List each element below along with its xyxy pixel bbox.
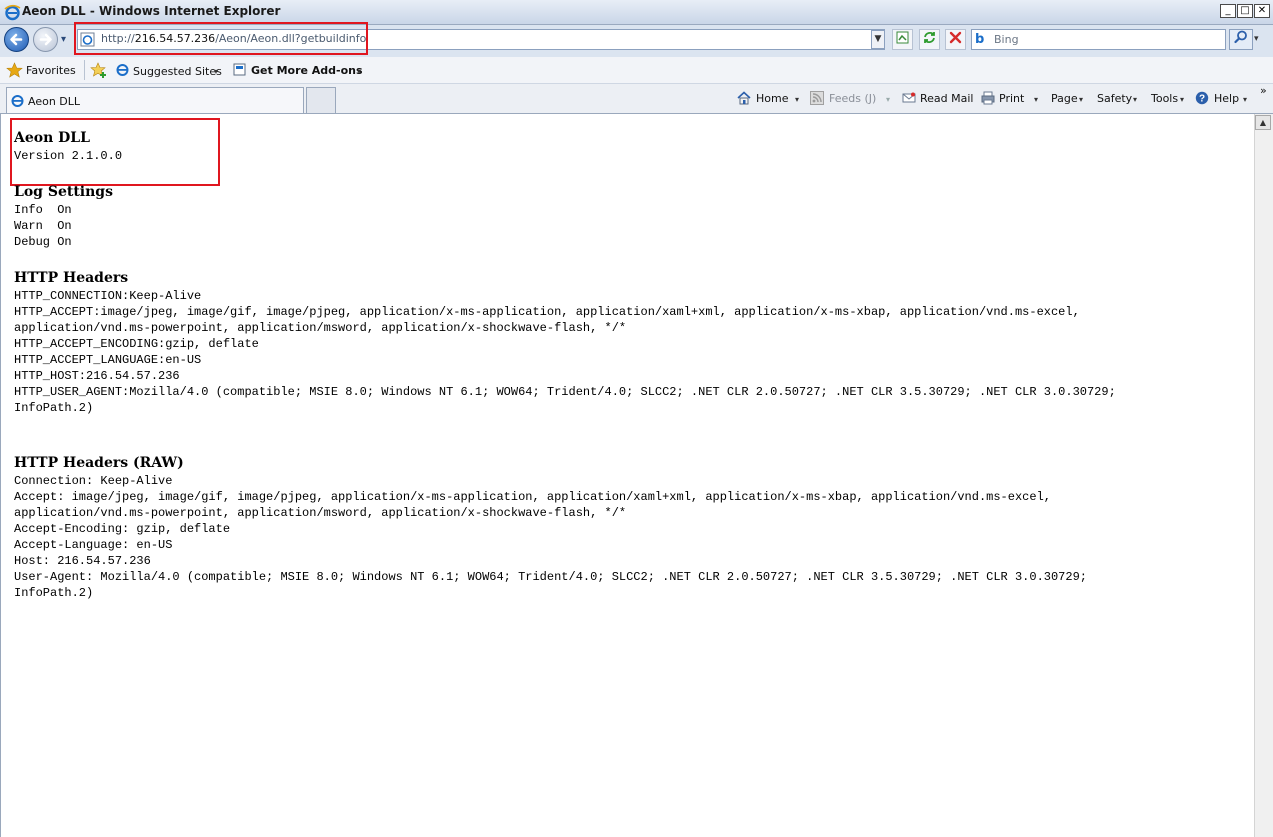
addons-icon [233, 63, 246, 76]
close-button[interactable]: ✕ [1254, 4, 1270, 18]
vertical-scrollbar[interactable] [1254, 114, 1273, 837]
tools-dropdown[interactable]: ▾ [1180, 95, 1184, 104]
more-commands-chevron[interactable]: » [1260, 84, 1267, 97]
feeds-button[interactable]: Feeds (J) [829, 92, 876, 105]
home-dropdown[interactable]: ▾ [795, 95, 799, 104]
log-settings-title: Log Settings [14, 184, 113, 200]
tab-page-icon [11, 95, 24, 107]
scroll-up-button[interactable]: ▲ [1255, 115, 1271, 130]
http-headers-title: HTTP Headers [14, 270, 129, 286]
get-more-addons-button[interactable]: Get More Add-ons [251, 64, 363, 77]
add-to-favorites-icon[interactable] [90, 61, 108, 79]
print-button[interactable]: Print [999, 92, 1024, 105]
feeds-dropdown[interactable]: ▾ [886, 95, 890, 104]
favorites-button[interactable]: Favorites [26, 64, 76, 77]
tools-menu[interactable]: Tools [1151, 92, 1178, 105]
read-mail-button[interactable]: Read Mail [920, 92, 973, 105]
bing-logo-icon: b [975, 32, 985, 47]
suggested-sites-icon [116, 64, 129, 76]
address-annotation-box [74, 22, 368, 55]
home-button[interactable]: Home [756, 92, 788, 105]
stop-button[interactable] [945, 29, 966, 50]
rss-feed-icon[interactable] [810, 91, 824, 105]
refresh-button[interactable] [919, 29, 940, 50]
window-title: Aeon DLL - Windows Internet Explorer [22, 4, 281, 18]
compatibility-view-icon [896, 31, 909, 44]
star-icon [6, 62, 23, 78]
mail-icon[interactable] [902, 91, 916, 105]
help-icon[interactable]: ? [1195, 91, 1209, 105]
address-dropdown-button[interactable]: ▼ [871, 30, 885, 49]
log-settings-list: Info On Warn On Debug On [14, 203, 72, 249]
http-raw-list: Connection: Keep-Alive Accept: image/jpe… [14, 474, 1087, 600]
tab-label[interactable]: Aeon DLL [28, 95, 80, 108]
refresh-icon [924, 32, 935, 43]
forward-button[interactable] [33, 27, 58, 52]
maximize-button[interactable]: □ [1237, 4, 1253, 18]
home-icon[interactable] [737, 91, 751, 105]
new-tab-button[interactable] [306, 87, 336, 113]
minimize-button[interactable]: _ [1220, 4, 1236, 18]
search-icon [1234, 30, 1247, 44]
safety-dropdown[interactable]: ▾ [1133, 95, 1137, 104]
back-arrow-icon [10, 33, 23, 46]
help-menu[interactable]: Help [1214, 92, 1239, 105]
forward-arrow-icon [39, 33, 52, 46]
page-menu[interactable]: Page [1051, 92, 1078, 105]
compatibility-view-button[interactable] [892, 29, 913, 50]
recent-pages-dropdown[interactable]: ▾ [61, 34, 66, 45]
safety-menu[interactable]: Safety [1097, 92, 1132, 105]
version-annotation-box [10, 118, 220, 186]
favorites-separator [84, 60, 85, 80]
help-dropdown[interactable]: ▾ [1243, 95, 1247, 104]
http-raw-title: HTTP Headers (RAW) [14, 455, 184, 471]
search-options-dropdown[interactable]: ▾ [1254, 34, 1259, 44]
printer-icon[interactable] [981, 91, 995, 105]
search-placeholder[interactable]: Bing [994, 33, 1019, 46]
page-dropdown[interactable]: ▾ [1079, 95, 1083, 104]
svg-text:?: ? [1199, 94, 1205, 105]
suggested-sites-button[interactable]: Suggested Sites [133, 65, 222, 78]
print-dropdown[interactable]: ▾ [1034, 95, 1038, 104]
search-button[interactable] [1229, 29, 1253, 50]
suggested-sites-dropdown[interactable]: ▾ [214, 67, 218, 76]
ie-logo-icon [4, 4, 21, 21]
stop-icon [949, 31, 962, 44]
http-headers-list: HTTP_CONNECTION:Keep-Alive HTTP_ACCEPT:i… [14, 289, 1116, 415]
back-button[interactable] [4, 27, 29, 52]
addons-dropdown[interactable]: ▾ [357, 67, 361, 76]
